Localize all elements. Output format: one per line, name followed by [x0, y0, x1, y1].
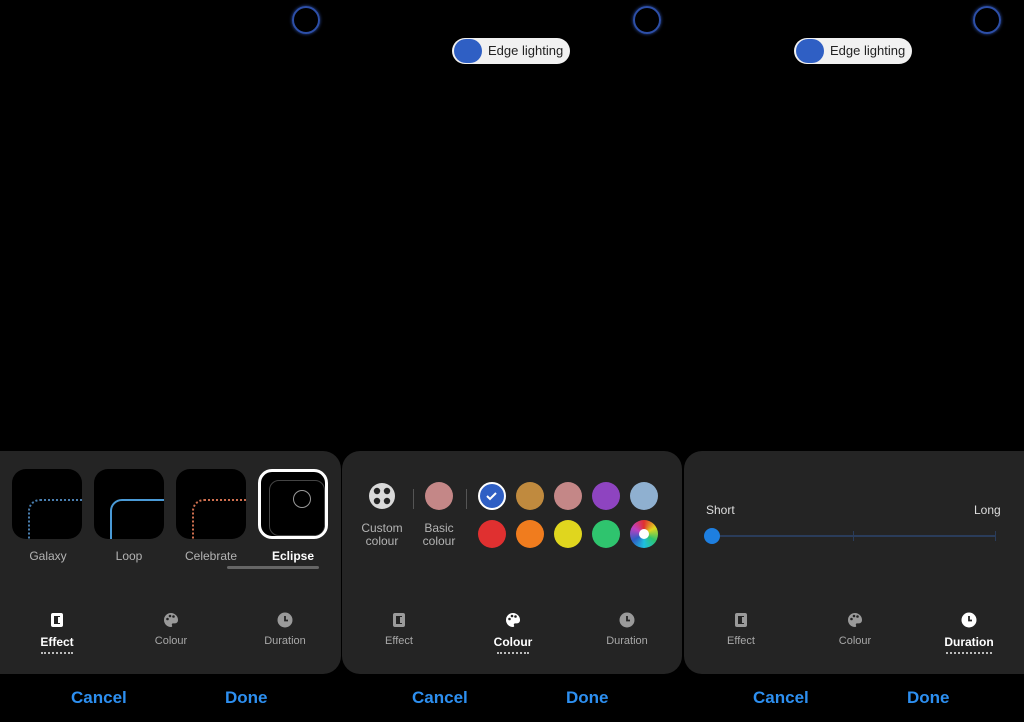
tab-effect[interactable]: Effect — [17, 611, 97, 654]
swatch-green[interactable] — [592, 520, 620, 548]
effect-icon — [735, 613, 747, 627]
custom-colour-icon[interactable] — [368, 482, 396, 510]
separator — [466, 489, 467, 509]
eclipse-ring-icon — [293, 490, 311, 508]
slider-tick — [995, 531, 996, 541]
duration-sheet: Short Long Effect Colour Duration — [684, 451, 1024, 674]
done-button[interactable]: Done — [907, 688, 950, 708]
edge-lighting-label: Edge lighting — [830, 43, 906, 58]
custom-colour-label: Custom colour — [361, 521, 403, 548]
effect-label-loop: Loop — [115, 549, 143, 563]
swatch-red[interactable] — [478, 520, 506, 548]
slider-max-label: Long — [974, 503, 1001, 517]
cancel-button[interactable]: Cancel — [753, 688, 809, 708]
swatch-rose[interactable] — [554, 482, 582, 510]
effect-thumb-loop[interactable] — [94, 469, 164, 539]
palette-icon — [848, 613, 863, 627]
duration-slider-knob[interactable] — [704, 528, 720, 544]
camera-cutout-ring — [292, 6, 320, 34]
tab-effect-label: Effect — [727, 635, 755, 647]
tab-duration-label: Duration — [606, 635, 648, 647]
check-icon — [486, 492, 497, 501]
panel-effect: Galaxy Loop Celebrate Eclipse Effect Col… — [0, 0, 341, 722]
tab-active-indicator — [497, 652, 529, 654]
panel-duration: Edge lighting Short Long Effect Colour D… — [683, 0, 1024, 722]
camera-cutout-ring — [973, 6, 1001, 34]
clock-icon — [277, 612, 293, 628]
basic-colour-label: Basic colour — [422, 521, 456, 548]
slider-tick — [853, 531, 854, 541]
tab-active-indicator — [41, 652, 73, 654]
slider-min-label: Short — [706, 503, 735, 517]
tab-colour[interactable]: Colour — [815, 611, 895, 647]
cancel-button[interactable]: Cancel — [71, 688, 127, 708]
palette-icon — [506, 613, 521, 627]
tab-active-indicator — [946, 652, 992, 654]
tab-duration-label: Duration — [944, 635, 994, 649]
tab-colour-label: Colour — [154, 635, 188, 647]
effect-thumb-celebrate[interactable] — [176, 469, 246, 539]
tab-effect[interactable]: Effect — [701, 611, 781, 647]
done-button[interactable]: Done — [566, 688, 609, 708]
effect-sheet: Galaxy Loop Celebrate Eclipse Effect Col… — [0, 451, 341, 674]
effect-thumb-eclipse[interactable] — [258, 469, 328, 539]
tab-effect-label: Effect — [385, 635, 413, 647]
tab-duration[interactable]: Duration — [245, 611, 325, 647]
edge-lighting-knob — [796, 39, 824, 63]
effect-label-galaxy: Galaxy — [29, 549, 67, 563]
celebrate-preview — [192, 499, 246, 539]
tab-effect-label: Effect — [40, 635, 74, 649]
tab-colour-label: Colour — [493, 635, 533, 649]
tab-duration[interactable]: Duration — [587, 611, 667, 647]
edge-lighting-toggle[interactable]: Edge lighting — [794, 38, 912, 64]
swatch-gold[interactable] — [516, 482, 544, 510]
tab-colour-label: Colour — [838, 635, 872, 647]
clock-icon — [619, 612, 635, 628]
tab-duration[interactable]: Duration — [929, 611, 1009, 654]
cancel-button[interactable]: Cancel — [412, 688, 468, 708]
separator — [413, 489, 414, 509]
swatch-yellow[interactable] — [554, 520, 582, 548]
camera-cutout-ring — [633, 6, 661, 34]
effect-label-celebrate: Celebrate — [184, 549, 238, 563]
edge-lighting-knob — [454, 39, 482, 63]
swatch-orange[interactable] — [516, 520, 544, 548]
effect-thumb-galaxy[interactable] — [12, 469, 82, 539]
galaxy-preview — [28, 499, 82, 539]
tab-colour[interactable]: Colour — [473, 611, 553, 654]
swatch-light-blue[interactable] — [630, 482, 658, 510]
swatch-purple[interactable] — [592, 482, 620, 510]
swatch-rainbow-picker[interactable] — [630, 520, 658, 548]
basic-colour-swatch[interactable] — [425, 482, 453, 510]
edge-lighting-label: Edge lighting — [488, 43, 564, 58]
panel-colour: Edge lighting Customcolour Basiccolour — [341, 0, 682, 722]
palette-icon — [164, 613, 179, 627]
eclipse-preview — [269, 480, 325, 536]
swatch-blue-selected[interactable] — [478, 482, 506, 510]
tab-effect[interactable]: Effect — [359, 611, 439, 647]
done-button[interactable]: Done — [225, 688, 268, 708]
effect-icon — [393, 613, 405, 627]
colour-sheet: Custom colour Basic colour Effect Colour… — [342, 451, 682, 674]
effect-label-eclipse: Eclipse — [271, 549, 315, 563]
edge-lighting-toggle[interactable]: Edge lighting — [452, 38, 570, 64]
effects-scrollbar[interactable] — [227, 566, 319, 569]
loop-preview — [110, 499, 164, 539]
effect-icon — [51, 613, 63, 627]
tab-colour[interactable]: Colour — [131, 611, 211, 647]
clock-icon — [961, 612, 977, 628]
tab-duration-label: Duration — [264, 635, 306, 647]
rainbow-center — [639, 529, 649, 539]
